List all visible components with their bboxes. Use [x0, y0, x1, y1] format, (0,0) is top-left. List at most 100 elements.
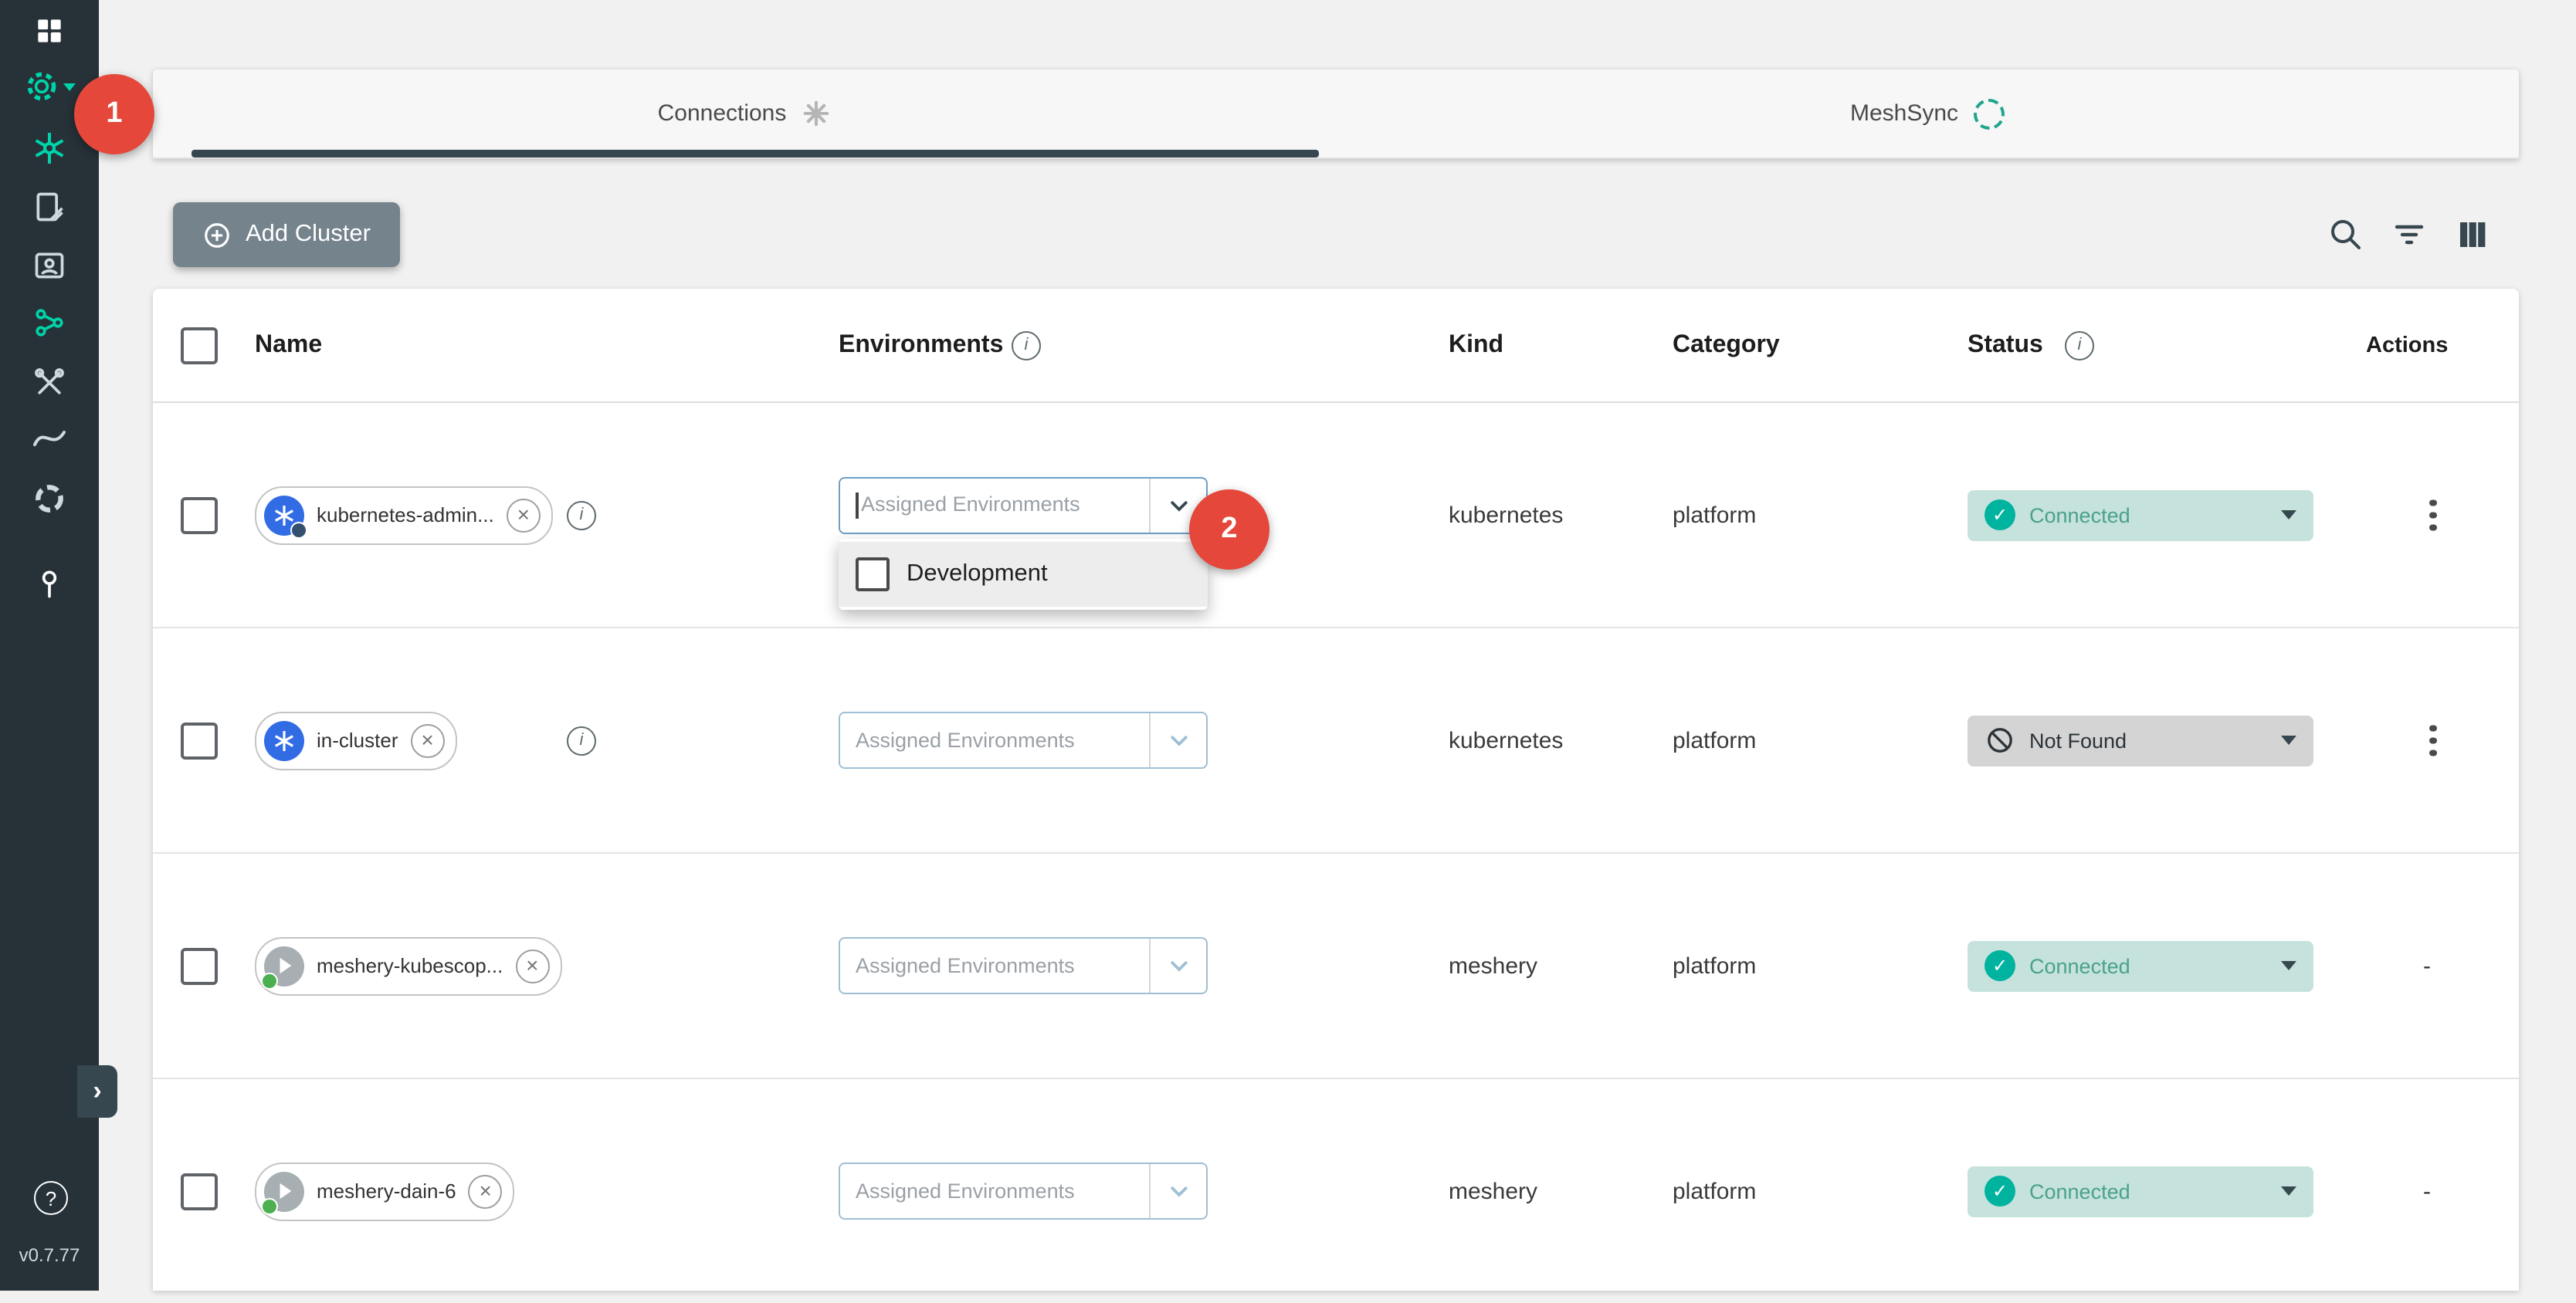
chip-delete-icon[interactable]: ×: [411, 723, 445, 757]
environments-dropdown: Development: [839, 539, 1208, 610]
help-icon[interactable]: ?: [34, 1181, 68, 1215]
status-chip[interactable]: ✓ Connected: [1968, 940, 2313, 991]
header-status[interactable]: Status: [1968, 331, 2043, 359]
meshsync-spinner-icon: [1974, 98, 2005, 129]
status-info-icon[interactable]: i: [2065, 330, 2094, 360]
connection-info-icon[interactable]: i: [567, 726, 596, 755]
table-header-row: Name Environments i Kind Category Status…: [153, 289, 2519, 403]
connected-check-icon: ✓: [1985, 499, 2015, 530]
not-found-icon: [1985, 725, 2015, 756]
plus-circle-icon: [202, 220, 232, 249]
active-tab-indicator: [192, 150, 1319, 157]
category-cell: platform: [1673, 1178, 1756, 1204]
category-cell: platform: [1673, 727, 1756, 753]
dropdown-item-development[interactable]: Development: [839, 542, 1208, 607]
apps-grid-icon[interactable]: [0, 9, 99, 52]
status-chip[interactable]: ✓ Connected: [1968, 1166, 2313, 1217]
connection-chip[interactable]: kubernetes-admin... ×: [255, 486, 553, 544]
connection-info-icon[interactable]: i: [567, 500, 596, 530]
chevron-down-icon[interactable]: [2281, 510, 2296, 520]
chevron-down-icon[interactable]: [1149, 713, 1206, 767]
category-cell: platform: [1673, 953, 1756, 979]
chip-delete-icon[interactable]: ×: [469, 1174, 503, 1208]
tab-meshsync-label: MeshSync: [1850, 100, 1958, 127]
status-label: Connected: [2029, 503, 2130, 526]
filter-icon[interactable]: [2391, 216, 2428, 253]
dropdown-item-checkbox[interactable]: [856, 557, 890, 591]
sidebar: › ? v0.7.77: [0, 0, 99, 1291]
chip-delete-icon[interactable]: ×: [515, 949, 549, 983]
header-category[interactable]: Category: [1673, 331, 1780, 359]
table-toolbar-icons: [2327, 216, 2491, 253]
select-all-checkbox[interactable]: [181, 327, 218, 364]
connections-spinner-icon: [802, 99, 831, 128]
environments-select[interactable]: Assigned Environments: [839, 1163, 1208, 1220]
header-kind[interactable]: Kind: [1449, 331, 1503, 359]
annotation-badge-2: 2: [1189, 489, 1269, 570]
environments-placeholder: Assigned Environments: [840, 1179, 1149, 1203]
meshery-icon: [264, 1171, 304, 1211]
performance-icon[interactable]: [0, 417, 99, 460]
header-name[interactable]: Name: [255, 331, 322, 359]
connected-check-icon: ✓: [1985, 1176, 2015, 1207]
connections-table: Name Environments i Kind Category Status…: [153, 289, 2519, 1291]
header-actions: Actions: [2366, 333, 2448, 357]
connected-check-icon: ✓: [1985, 950, 2015, 981]
kind-cell: kubernetes: [1449, 727, 1563, 753]
add-cluster-label: Add Cluster: [246, 221, 371, 249]
status-label: Not Found: [2029, 729, 2127, 752]
environments-select[interactable]: Assigned Environments: [839, 937, 1208, 994]
category-cell: platform: [1673, 502, 1756, 528]
status-label: Connected: [2029, 954, 2130, 977]
kind-cell: meshery: [1449, 953, 1537, 979]
annotation-badge-1: 1: [74, 74, 154, 154]
connection-chip[interactable]: meshery-kubescop... ×: [255, 936, 561, 995]
sidebar-expand-button[interactable]: ›: [77, 1065, 117, 1118]
row-checkbox[interactable]: [181, 947, 218, 984]
chevron-down-icon[interactable]: [2281, 961, 2296, 970]
chevron-down-icon[interactable]: [2281, 736, 2296, 745]
environments-select[interactable]: Assigned Environments: [839, 477, 1208, 534]
connection-chip[interactable]: in-cluster ×: [255, 711, 457, 770]
connection-status-dot: [261, 972, 278, 989]
environments-info-icon[interactable]: i: [1012, 330, 1041, 360]
row-actions-menu[interactable]: [2420, 716, 2446, 766]
network-icon[interactable]: [0, 301, 99, 344]
dropdown-item-label: Development: [907, 560, 1048, 588]
chevron-down-icon[interactable]: [1149, 939, 1206, 993]
connection-status-dot: [290, 521, 307, 538]
chevron-down-icon[interactable]: [2281, 1186, 2296, 1196]
tab-connections[interactable]: Connections: [153, 69, 1336, 157]
connection-status-dot: [261, 1197, 278, 1214]
connection-name: kubernetes-admin...: [317, 503, 494, 526]
configuration-icon[interactable]: [0, 185, 99, 228]
environments-select[interactable]: Assigned Environments: [839, 712, 1208, 769]
table-row: meshery-dain-6 × Assigned Environments m…: [153, 1079, 2519, 1303]
row-actions-none: -: [2423, 953, 2431, 979]
connection-chip[interactable]: meshery-dain-6 ×: [255, 1162, 515, 1220]
users-icon[interactable]: [0, 244, 99, 287]
chevron-down-icon[interactable]: [1149, 1164, 1206, 1218]
row-checkbox[interactable]: [181, 1173, 218, 1210]
tab-connections-label: Connections: [658, 100, 787, 127]
row-actions-none: -: [2423, 1178, 2431, 1204]
row-checkbox[interactable]: [181, 496, 218, 533]
location-icon[interactable]: [0, 562, 99, 605]
toolkit-icon[interactable]: [0, 361, 99, 404]
status-chip[interactable]: Not Found: [1968, 715, 2313, 766]
row-actions-menu[interactable]: [2420, 490, 2446, 540]
status-label: Connected: [2029, 1179, 2130, 1203]
kind-cell: meshery: [1449, 1178, 1537, 1204]
add-cluster-button[interactable]: Add Cluster: [173, 202, 400, 267]
kubernetes-icon: [264, 720, 304, 760]
header-environments[interactable]: Environments: [839, 331, 1003, 359]
search-icon[interactable]: [2327, 216, 2364, 253]
extensions-icon[interactable]: [0, 477, 99, 520]
meshery-app: › ? v0.7.77 1 2 Connections MeshSync Add…: [0, 0, 2576, 1291]
tab-meshsync[interactable]: MeshSync: [1336, 69, 2519, 157]
columns-view-icon[interactable]: [2454, 216, 2491, 253]
chevron-down-icon: [63, 83, 75, 90]
status-chip[interactable]: ✓ Connected: [1968, 489, 2313, 540]
chip-delete-icon[interactable]: ×: [507, 498, 541, 532]
row-checkbox[interactable]: [181, 722, 218, 759]
